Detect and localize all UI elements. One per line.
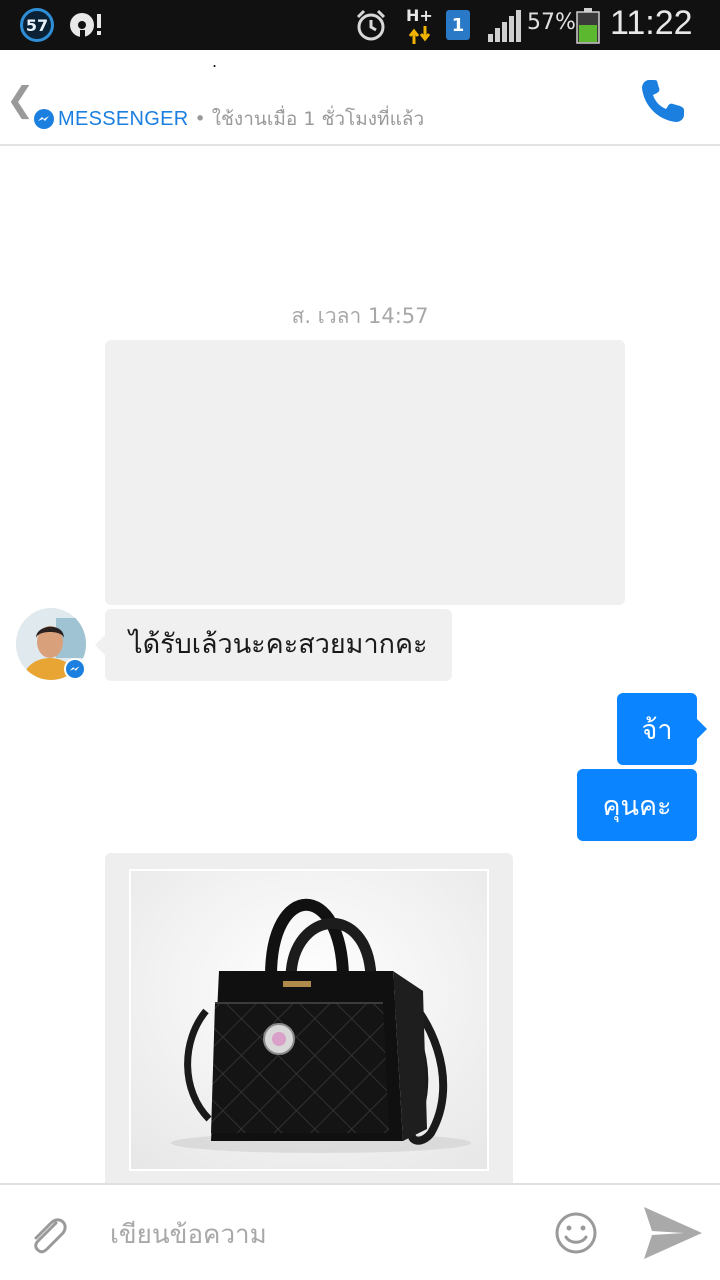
messenger-label: MESSENGER: [58, 107, 189, 130]
paperclip-icon[interactable]: [26, 1213, 70, 1257]
handbag-photo: [129, 869, 489, 1171]
sim-slot: 1: [451, 14, 465, 36]
conversation-header: ❮ . MESSENGER • ใช้งานเมื่อ 1 ชั่วโมงที่…: [0, 50, 720, 146]
message-composer: [0, 1183, 720, 1280]
data-arrows-icon: [408, 26, 431, 44]
notification-count: 57: [25, 15, 49, 35]
outgoing-message-text: จ้า: [641, 714, 673, 746]
outgoing-message-bubble[interactable]: คุนคะ: [577, 769, 697, 841]
network-indicator: H+: [406, 6, 434, 44]
notification-count-badge: 57: [20, 8, 54, 42]
network-type: H+: [406, 6, 433, 25]
message-input[interactable]: [110, 1215, 530, 1255]
status-bar: 57 H+ 1 57% 11:22: [0, 0, 720, 50]
outgoing-message-text: คุนคะ: [602, 790, 672, 822]
battery-percent: 57%: [527, 10, 576, 35]
signal-icon: [488, 10, 521, 42]
image-attachment-placeholder[interactable]: [105, 340, 625, 605]
back-icon[interactable]: ❮: [6, 80, 35, 120]
send-icon[interactable]: [640, 1203, 704, 1263]
incoming-message-text: ได้รับเล้วนะคะสวยมากคะ: [129, 629, 428, 660]
battery-icon: [576, 8, 600, 44]
phone-icon[interactable]: [636, 74, 690, 128]
messenger-icon: [34, 109, 54, 129]
smiley-icon[interactable]: [554, 1211, 598, 1255]
media-disc-icon: [70, 13, 101, 37]
sim-icon: 1: [446, 10, 470, 40]
presence-row: MESSENGER • ใช้งานเมื่อ 1 ชั่วโมงที่แล้ว: [34, 104, 424, 134]
message-timestamp: ส. เวลา 14:57: [291, 304, 429, 328]
clock: 11:22: [610, 4, 693, 42]
outgoing-message-bubble[interactable]: จ้า: [617, 693, 707, 765]
incoming-message-bubble[interactable]: ได้รับเล้วนะคะสวยมากคะ: [95, 609, 452, 681]
conversation-title: .: [212, 52, 218, 71]
messenger-badge-icon: [64, 658, 86, 680]
image-attachment[interactable]: [105, 853, 513, 1193]
alarm-icon: [356, 9, 386, 41]
last-active-text: • ใช้งานเมื่อ 1 ชั่วโมงที่แล้ว: [194, 108, 425, 130]
